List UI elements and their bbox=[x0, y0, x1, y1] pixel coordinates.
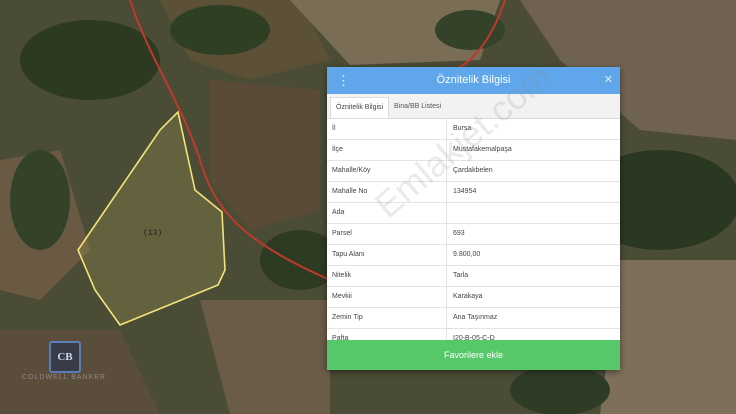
row-value: 134954 bbox=[453, 188, 477, 195]
row-key: Ada bbox=[332, 209, 345, 216]
panel-header: ⋮ Öznitelik Bilgisi ✕ bbox=[327, 67, 620, 94]
panel-tabs: Öznitelik Bilgisi Bina/BB Listesi bbox=[327, 94, 620, 119]
row-key: Mahalle No bbox=[332, 188, 368, 195]
row-key: Nitelik bbox=[332, 272, 352, 279]
row-value: Çardakbelen bbox=[453, 167, 493, 174]
table-row: Mevkii Karakaya bbox=[327, 287, 620, 308]
table-row: Parsel 693 bbox=[327, 224, 620, 245]
row-value: 9.800,00 bbox=[453, 251, 481, 258]
table-row: İl Bursa bbox=[327, 119, 620, 140]
panel-title: Öznitelik Bilgisi bbox=[436, 74, 511, 86]
logo-caption: COLDWELL BANKER bbox=[22, 374, 106, 381]
tab-attributes[interactable]: Öznitelik Bilgisi bbox=[330, 97, 390, 118]
table-row: Nitelik Tarla bbox=[327, 266, 620, 287]
table-row: Mahalle/Köy Çardakbelen bbox=[327, 161, 620, 182]
parcel-label: (13) bbox=[143, 229, 163, 238]
row-key: Parsel bbox=[332, 230, 352, 237]
table-row: Mahalle No 134954 bbox=[327, 182, 620, 203]
table-row: Zemin Tip Ana Taşınmaz bbox=[327, 308, 620, 329]
row-value: Tarla bbox=[453, 272, 469, 279]
table-row: İlçe Mustafakemalpaşa bbox=[327, 140, 620, 161]
table-row: Ada bbox=[327, 203, 620, 224]
row-value: Karakaya bbox=[453, 293, 483, 300]
row-value: Ana Taşınmaz bbox=[453, 314, 498, 321]
row-value: 693 bbox=[453, 230, 465, 237]
attribute-table: İl Bursa İlçe Mustafakemalpaşa Mahalle/Köy… bbox=[327, 119, 620, 350]
tab-building-list[interactable]: Bina/BB Listesi bbox=[389, 97, 446, 117]
row-key: Mevkii bbox=[332, 293, 352, 300]
row-value: Bursa bbox=[453, 125, 472, 132]
row-value: Mustafakemalpaşa bbox=[453, 146, 512, 153]
agency-logo: CB bbox=[49, 341, 81, 373]
add-favorite-button[interactable]: Favorilere ekle bbox=[327, 340, 620, 370]
table-row: Tapu Alanı 9.800,00 bbox=[327, 245, 620, 266]
row-key: Zemin Tip bbox=[332, 314, 363, 321]
row-key: İl bbox=[332, 125, 336, 132]
row-key: Tapu Alanı bbox=[332, 251, 365, 258]
row-key: İlçe bbox=[332, 146, 343, 153]
attribute-panel: ⋮ Öznitelik Bilgisi ✕ Öznitelik Bilgisi … bbox=[327, 67, 620, 370]
close-icon[interactable]: ✕ bbox=[604, 73, 613, 86]
row-key: Mahalle/Köy bbox=[332, 167, 371, 174]
